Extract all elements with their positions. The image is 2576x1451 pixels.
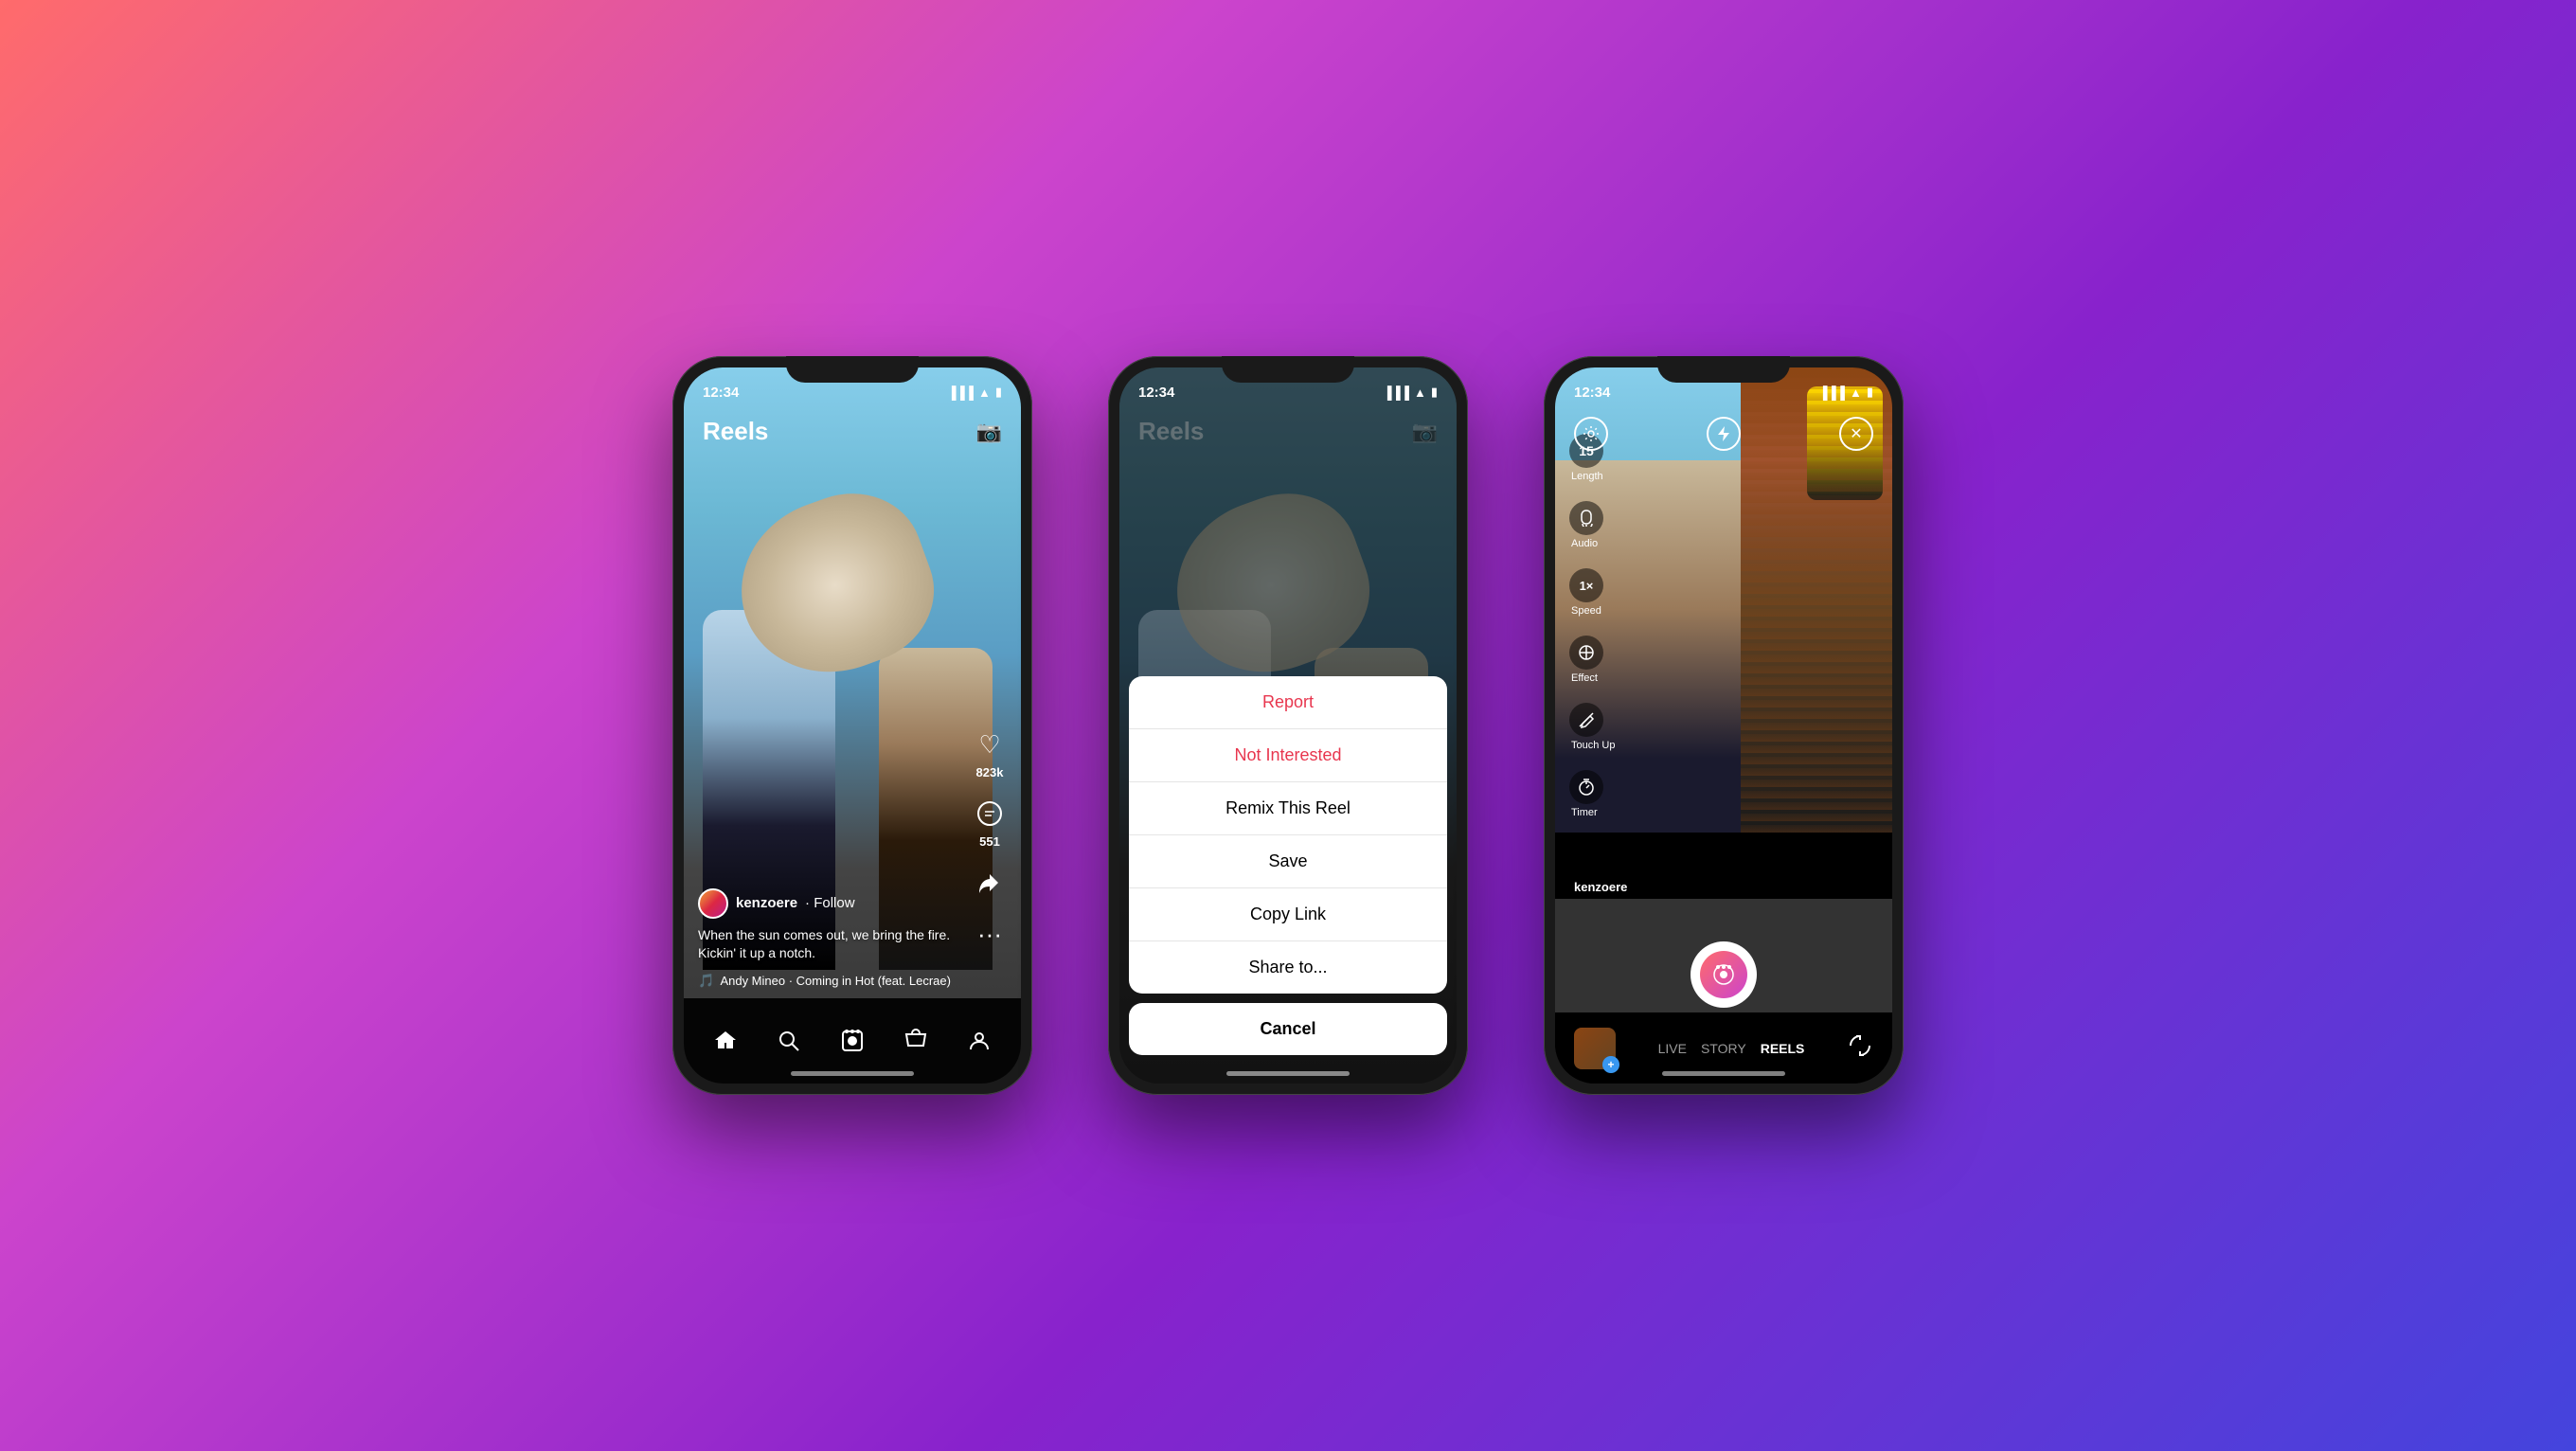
nav-home[interactable]	[713, 1029, 738, 1053]
flip-camera-button[interactable]	[1847, 1032, 1873, 1064]
not-interested-button[interactable]: Not Interested	[1129, 729, 1447, 782]
nav-reels[interactable]	[840, 1029, 865, 1053]
status-icons-3: ▐▐▐ ▲ ▮	[1818, 385, 1873, 400]
comment-count: 551	[979, 834, 1000, 849]
camera-controls: 15 Length Audio 1× Speed	[1569, 434, 1615, 818]
share-icon[interactable]	[973, 866, 1007, 900]
mode-live[interactable]: LIVE	[1658, 1041, 1687, 1056]
share-to-button[interactable]: Share to...	[1129, 941, 1447, 994]
music-note-icon: 🎵	[698, 973, 714, 989]
audio-icon	[1569, 501, 1603, 535]
signal-icon-3: ▐▐▐	[1818, 385, 1845, 400]
speed-label: Speed	[1571, 605, 1601, 617]
status-time-1: 12:34	[703, 385, 739, 401]
notch-1	[786, 356, 919, 383]
timer-label: Timer	[1571, 807, 1598, 818]
record-area	[1555, 941, 1892, 1008]
close-icon: ✕	[1850, 424, 1862, 443]
cam-mode-tabs: LIVE STORY REELS	[1658, 1041, 1805, 1056]
touchup-icon	[1569, 703, 1603, 737]
remix-button[interactable]: Remix This Reel	[1129, 782, 1447, 835]
phone-3: 12:34 ▐▐▐ ▲ ▮	[1544, 356, 1904, 1095]
reel-info: kenzoere · Follow When the sun comes out…	[698, 888, 955, 989]
music-artist: Andy Mineo · Coming in Hot (feat. Lecrae…	[720, 974, 951, 988]
camera-button-1[interactable]: 📷	[976, 420, 1002, 444]
effect-icon	[1569, 636, 1603, 670]
report-button[interactable]: Report	[1129, 676, 1447, 729]
signal-icon: ▐▐▐	[947, 385, 974, 400]
length-label: Length	[1571, 471, 1603, 482]
audio-control[interactable]: Audio	[1569, 501, 1615, 549]
gallery-thumb[interactable]: +	[1574, 1028, 1616, 1069]
username-label[interactable]: kenzoere	[736, 895, 797, 911]
cam-header: ✕	[1555, 409, 1892, 458]
more-action[interactable]: ···	[973, 917, 1007, 951]
feed-header: Reels 📷	[684, 409, 1021, 454]
save-button[interactable]: Save	[1129, 835, 1447, 888]
status-icons-1: ▐▐▐ ▲ ▮	[947, 385, 1002, 400]
mode-story[interactable]: STORY	[1701, 1041, 1746, 1056]
music-info[interactable]: 🎵 Andy Mineo · Coming in Hot (feat. Lecr…	[698, 973, 955, 989]
audio-label: Audio	[1571, 538, 1598, 549]
phone-1: 12:34 ▐▐▐ ▲ ▮ Reels 📷 ♡ 823k	[672, 356, 1032, 1095]
reel-caption: When the sun comes out, we bring the fir…	[698, 926, 955, 963]
record-inner	[1700, 951, 1747, 998]
reel-actions: ♡ 823k 551	[973, 727, 1007, 951]
status-time-3: 12:34	[1574, 385, 1610, 401]
copy-link-button[interactable]: Copy Link	[1129, 888, 1447, 941]
cam-username: kenzoere	[1574, 880, 1627, 894]
timer-control[interactable]: Timer	[1569, 770, 1615, 818]
comment-action[interactable]: 551	[973, 797, 1007, 849]
home-indicator-3	[1662, 1071, 1785, 1076]
gallery-plus-icon: +	[1602, 1056, 1619, 1073]
avatar[interactable]	[698, 888, 728, 919]
like-action[interactable]: ♡ 823k	[973, 727, 1007, 779]
status-icons-2: ▐▐▐ ▲ ▮	[1383, 385, 1438, 400]
phone-2: 12:34 ▐▐▐ ▲ ▮ Reels 📷 Report Not Interes…	[1108, 356, 1468, 1095]
effect-control[interactable]: Effect	[1569, 636, 1615, 684]
nav-shop[interactable]	[903, 1029, 928, 1053]
speed-control[interactable]: 1× Speed	[1569, 568, 1615, 617]
close-button[interactable]: ✕	[1839, 417, 1873, 451]
nav-profile[interactable]	[967, 1029, 992, 1053]
home-indicator-1	[791, 1071, 914, 1076]
wifi-icon: ▲	[978, 385, 991, 400]
home-indicator-2	[1226, 1071, 1350, 1076]
more-icon[interactable]: ···	[973, 917, 1007, 951]
touchup-control[interactable]: Touch Up	[1569, 703, 1615, 751]
notch-3	[1657, 356, 1790, 383]
speed-icon: 1×	[1569, 568, 1603, 602]
reel-user: kenzoere · Follow	[698, 888, 955, 919]
touchup-label: Touch Up	[1571, 740, 1615, 751]
status-time-2: 12:34	[1138, 385, 1174, 401]
effect-label: Effect	[1571, 672, 1598, 684]
battery-icon-2: ▮	[1431, 385, 1438, 400]
settings-button[interactable]	[1574, 417, 1608, 451]
follow-button[interactable]: · Follow	[805, 895, 855, 911]
battery-icon-3: ▮	[1867, 385, 1873, 400]
wifi-icon-2: ▲	[1414, 385, 1426, 400]
wifi-icon-3: ▲	[1850, 385, 1862, 400]
notch-2	[1222, 356, 1354, 383]
like-icon[interactable]: ♡	[973, 727, 1007, 761]
cancel-button[interactable]: Cancel	[1129, 1003, 1447, 1055]
battery-icon: ▮	[995, 385, 1002, 400]
feed-title: Reels	[703, 417, 768, 446]
like-count: 823k	[976, 765, 1004, 779]
record-button[interactable]	[1690, 941, 1757, 1008]
comment-icon[interactable]	[973, 797, 1007, 831]
action-sheet: Report Not Interested Remix This Reel Sa…	[1119, 667, 1457, 1084]
flash-button[interactable]	[1707, 417, 1741, 451]
screen-2: 12:34 ▐▐▐ ▲ ▮ Reels 📷 Report Not Interes…	[1119, 367, 1457, 1084]
screen-3: 12:34 ▐▐▐ ▲ ▮	[1555, 367, 1892, 1084]
mode-reels[interactable]: REELS	[1761, 1041, 1805, 1056]
screen-1: 12:34 ▐▐▐ ▲ ▮ Reels 📷 ♡ 823k	[684, 367, 1021, 1084]
nav-search[interactable]	[777, 1029, 801, 1053]
action-sheet-menu: Report Not Interested Remix This Reel Sa…	[1129, 676, 1447, 994]
signal-icon-2: ▐▐▐	[1383, 385, 1409, 400]
timer-icon	[1569, 770, 1603, 804]
share-action[interactable]	[973, 866, 1007, 900]
